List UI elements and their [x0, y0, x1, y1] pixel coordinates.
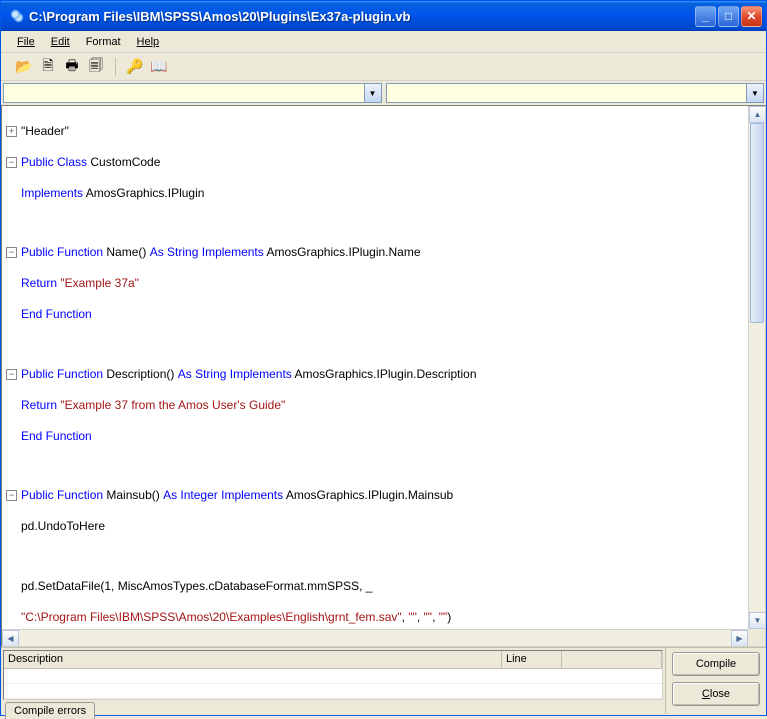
errors-grid[interactable]: Description Line: [3, 650, 663, 700]
code-text: "": [439, 610, 448, 626]
code-text: Mainsub(): [103, 488, 163, 504]
scroll-up-button[interactable]: ▲: [749, 106, 766, 123]
scroll-down-button[interactable]: ▼: [749, 612, 766, 629]
code-text: "": [424, 610, 433, 626]
code-text: AmosGraphics.IPlugin: [83, 186, 204, 202]
fold-toggle[interactable]: −: [6, 369, 17, 380]
code-text: "C:\Program Files\IBM\SPSS\Amos\20\Examp…: [21, 610, 402, 626]
code-text: As String Implements: [150, 245, 264, 261]
reference-button[interactable]: 📖: [150, 58, 168, 76]
code-text: pd.UndoToHere: [21, 519, 105, 535]
minimize-button[interactable]: _: [695, 6, 716, 27]
code-text: ,: [402, 610, 409, 626]
code-text: As String Implements: [178, 367, 292, 383]
book-icon: 📖: [150, 58, 167, 75]
tab-compile-errors[interactable]: Compile errors: [5, 702, 95, 719]
fold-toggle[interactable]: −: [6, 247, 17, 258]
open-icon: 📂: [15, 58, 32, 75]
code-text: AmosGraphics.IPlugin.Description: [292, 367, 477, 383]
code-text: Name(): [103, 245, 150, 261]
build-button[interactable]: 🔑: [126, 58, 144, 76]
code-text: ,: [432, 610, 439, 626]
scroll-corner: [748, 629, 765, 646]
grid-row: [4, 684, 662, 699]
print-icon: 🖶: [65, 55, 78, 79]
chevron-down-icon: ▼: [364, 84, 381, 102]
window-title: C:\Program Files\IBM\SPSS\Amos\20\Plugin…: [29, 9, 695, 24]
code-text: Public Class: [21, 155, 87, 171]
menu-edit[interactable]: Edit: [43, 34, 78, 50]
new-button[interactable]: 🗎: [39, 58, 57, 76]
menu-format-label: Format: [86, 36, 121, 48]
close-panel-button[interactable]: Close: [672, 682, 760, 706]
new-icon: 🗎: [42, 55, 53, 79]
code-editor[interactable]: +"Header" −Public Class CustomCode Imple…: [1, 105, 766, 647]
scroll-left-button[interactable]: ◀: [2, 630, 19, 647]
menu-file[interactable]: File: [9, 34, 43, 50]
code-text: AmosGraphics.IPlugin.Name: [264, 245, 421, 261]
fold-toggle[interactable]: −: [6, 490, 17, 501]
menu-file-label: File: [17, 36, 35, 48]
column-blank[interactable]: [562, 651, 662, 668]
column-description[interactable]: Description: [4, 651, 502, 668]
code-text: ,: [417, 610, 424, 626]
code-text: Return: [21, 276, 60, 292]
code-text: Public Function: [21, 488, 103, 504]
vertical-scrollbar[interactable]: ▲ ▼: [748, 106, 765, 629]
scroll-track[interactable]: [749, 123, 765, 612]
code-text: Implements: [21, 186, 83, 202]
code-text: As Integer Implements: [163, 488, 283, 504]
menu-help[interactable]: Help: [129, 34, 168, 50]
copy-button[interactable]: 🗐: [87, 58, 105, 76]
scope-dropdown[interactable]: ▼: [3, 83, 382, 103]
scroll-track[interactable]: [19, 630, 731, 646]
maximize-icon: □: [725, 9, 732, 23]
close-button[interactable]: ✕: [741, 6, 762, 27]
code-text: ): [447, 610, 451, 626]
fold-toggle[interactable]: −: [6, 157, 17, 168]
code-text: Public Function: [21, 245, 103, 261]
code-text: pd.SetDataFile(1, MiscAmosTypes.cDatabas…: [21, 579, 372, 595]
toolbar-separator: [115, 58, 116, 76]
code-text: End Function: [21, 429, 92, 445]
column-line[interactable]: Line: [502, 651, 562, 668]
compile-label: Compile: [696, 658, 736, 670]
open-button[interactable]: 📂: [15, 58, 33, 76]
menu-edit-label: Edit: [51, 36, 70, 48]
menubar: File Edit Format Help: [1, 31, 766, 53]
code-content[interactable]: +"Header" −Public Class CustomCode Imple…: [2, 106, 748, 629]
maximize-button[interactable]: □: [718, 6, 739, 27]
code-text: Description(): [103, 367, 178, 383]
app-icon: [9, 8, 25, 24]
toolbar: 📂 🗎 🖶 🗐 🔑 📖: [1, 53, 766, 81]
close-icon: ✕: [746, 9, 756, 23]
key-icon: 🔑: [126, 58, 143, 75]
menu-help-label: Help: [137, 36, 160, 48]
chevron-down-icon: ▼: [746, 84, 763, 102]
titlebar: C:\Program Files\IBM\SPSS\Amos\20\Plugin…: [1, 1, 766, 31]
bottom-panel: Description Line Compile errors Compile …: [1, 647, 766, 714]
navigation-bar: ▼ ▼: [1, 81, 766, 105]
fold-toggle[interactable]: +: [6, 126, 17, 137]
horizontal-scrollbar[interactable]: ◀ ▶: [2, 629, 748, 646]
minimize-icon: _: [702, 9, 709, 23]
code-text: AmosGraphics.IPlugin.Mainsub: [283, 488, 453, 504]
code-text: Return: [21, 398, 60, 414]
member-dropdown[interactable]: ▼: [386, 83, 765, 103]
grid-header: Description Line: [4, 651, 662, 669]
code-text: CustomCode: [87, 155, 160, 171]
code-text: "Header": [21, 124, 69, 140]
print-button[interactable]: 🖶: [63, 58, 81, 76]
code-text: End Function: [21, 307, 92, 323]
scroll-right-button[interactable]: ▶: [731, 630, 748, 647]
code-text: "Example 37a": [60, 276, 139, 292]
grid-row: [4, 669, 662, 684]
compile-button[interactable]: Compile: [672, 652, 760, 676]
code-text: "": [408, 610, 417, 626]
scroll-thumb[interactable]: [750, 123, 764, 323]
copy-icon: 🗐: [89, 55, 103, 79]
menu-format[interactable]: Format: [78, 34, 129, 50]
code-text: Public Function: [21, 367, 103, 383]
code-text: "Example 37 from the Amos User's Guide": [60, 398, 285, 414]
